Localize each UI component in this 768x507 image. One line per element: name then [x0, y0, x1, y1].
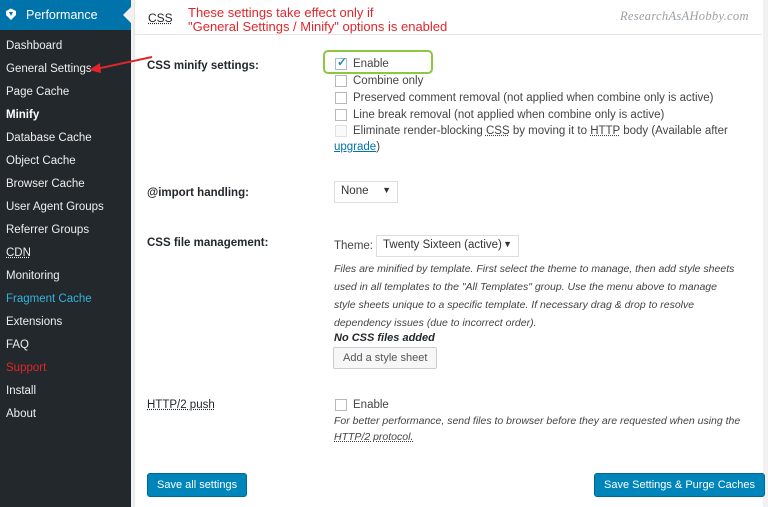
- annotation-arrow-icon: [89, 56, 153, 73]
